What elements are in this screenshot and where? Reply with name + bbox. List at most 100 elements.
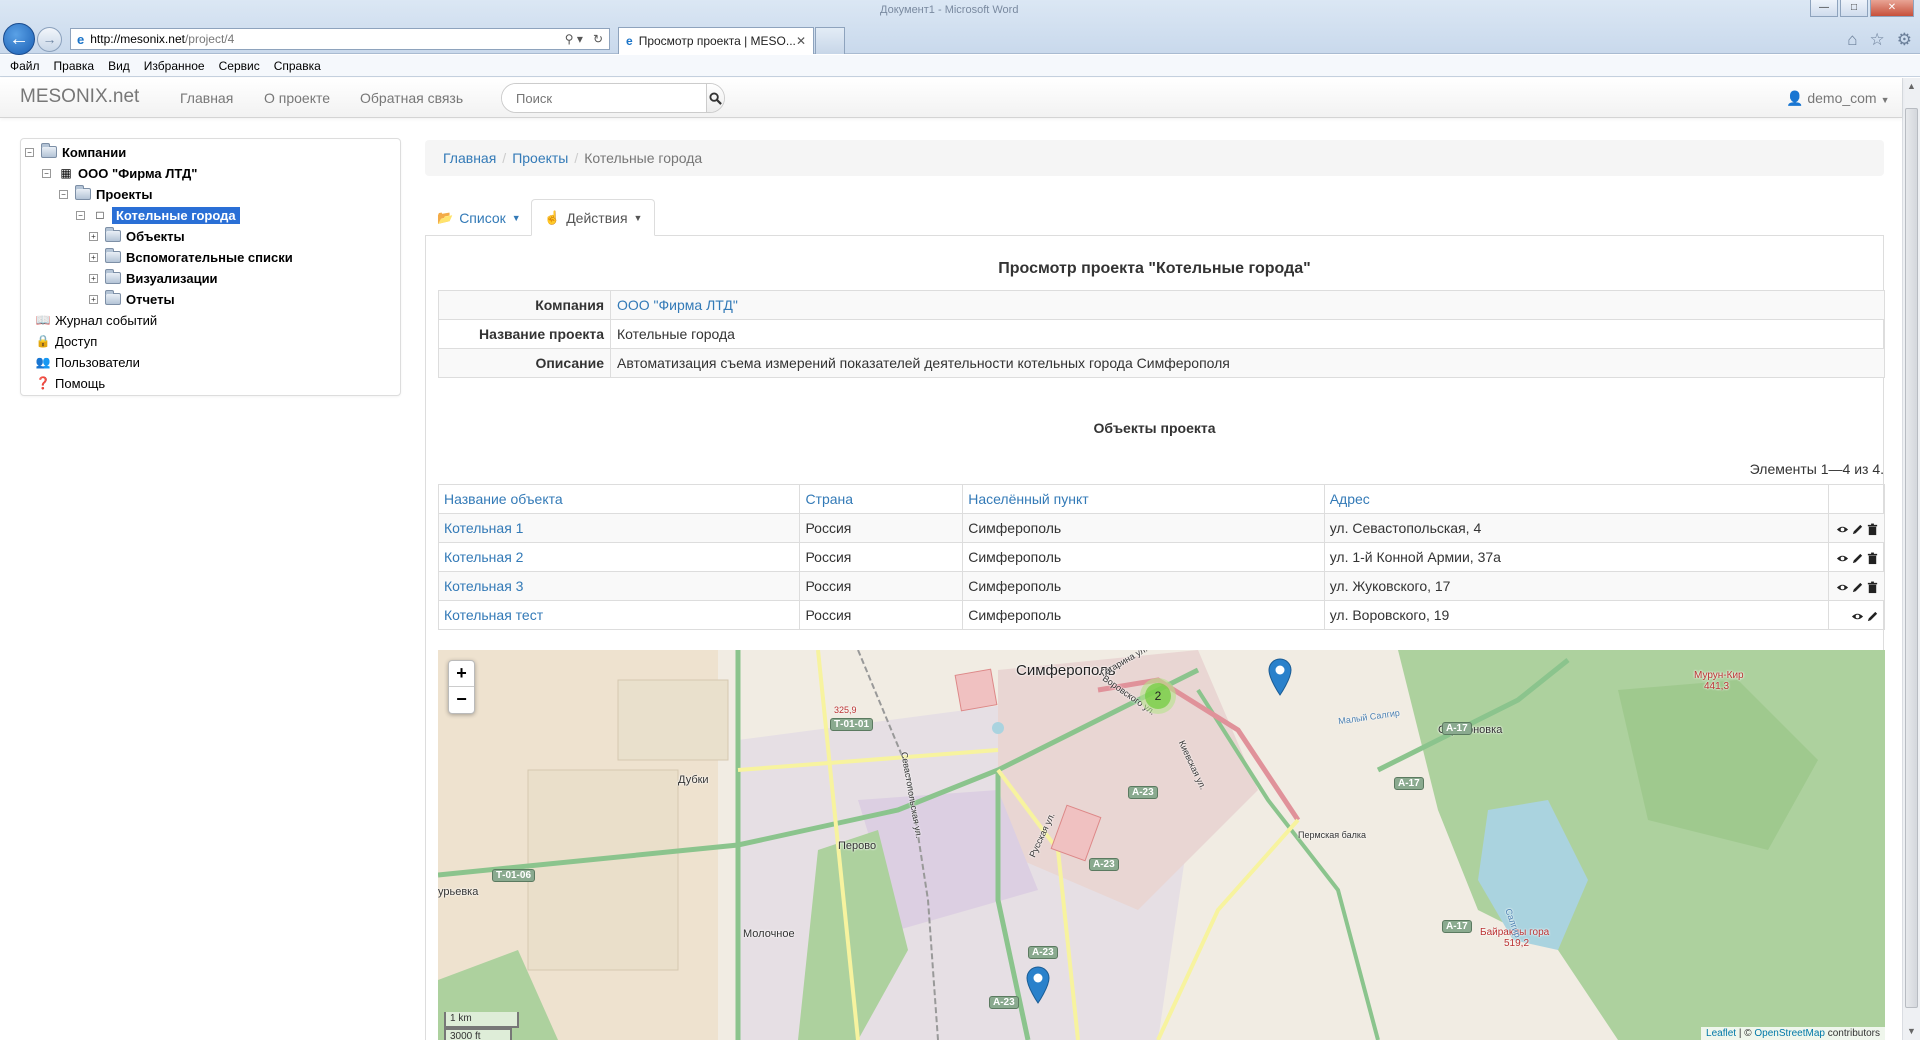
collapse-icon[interactable]: − — [42, 168, 51, 178]
osm-link[interactable]: OpenStreetMap — [1754, 1028, 1825, 1039]
column-header-name[interactable]: Название объекта — [437, 484, 801, 514]
view-icon[interactable] — [1836, 552, 1849, 565]
zoom-out-button[interactable]: − — [449, 687, 474, 713]
breadcrumb-projects[interactable]: Проекты — [512, 150, 568, 166]
nav-home[interactable]: Главная — [180, 90, 233, 106]
expand-icon[interactable]: + — [89, 294, 98, 304]
forward-button[interactable]: → — [37, 27, 62, 52]
arrow-left-icon: ← — [9, 28, 29, 50]
delete-trash-icon[interactable] — [1866, 581, 1879, 594]
close-tab-icon[interactable]: ✕ — [796, 34, 806, 48]
object-link[interactable]: Котельная тест — [444, 607, 543, 623]
tab-list[interactable]: 📂 Список ▼ — [425, 199, 533, 236]
edit-pencil-icon[interactable] — [1851, 552, 1864, 565]
tree-node-selected-project[interactable]: − □ Котельные города — [76, 206, 240, 224]
delete-trash-icon[interactable] — [1866, 552, 1879, 565]
road-shield: А-17 — [1442, 722, 1472, 735]
user-menu[interactable]: 👤 demo_com ▼ — [1786, 90, 1890, 107]
cell-name: Котельная 2 — [437, 542, 801, 572]
minimize-button[interactable]: — — [1810, 0, 1838, 17]
menu-help[interactable]: Справка — [274, 59, 321, 73]
collapse-icon[interactable]: − — [25, 147, 34, 157]
tree-node-company[interactable]: − ▦ ООО "Фирма ЛТД" — [42, 164, 197, 182]
favorites-star-icon[interactable]: ☆ — [1870, 30, 1885, 50]
objects-map[interactable]: Симферополь Дубки Перово Молочное Строго… — [438, 650, 1885, 1040]
map-marker-icon[interactable] — [1268, 658, 1292, 696]
tab-label: Действия — [566, 209, 628, 226]
edit-pencil-icon[interactable] — [1851, 523, 1864, 536]
cell-city: Симферополь — [962, 513, 1325, 543]
marker-cluster[interactable]: 2 — [1140, 678, 1176, 714]
edit-pencil-icon[interactable] — [1866, 610, 1879, 623]
expand-icon[interactable]: + — [89, 231, 98, 241]
tree-node-access[interactable]: 🔒 Доступ — [35, 332, 98, 350]
tab-actions[interactable]: ☝ Действия ▼ — [531, 199, 656, 236]
back-button[interactable]: ← — [3, 23, 35, 55]
book-icon: 📖 — [35, 313, 51, 327]
column-header-country[interactable]: Страна — [799, 484, 964, 514]
cell-name: Котельная тест — [437, 600, 801, 630]
column-header-city[interactable]: Населённый пункт — [962, 484, 1325, 514]
leaflet-link[interactable]: Leaflet — [1706, 1028, 1736, 1039]
expand-icon[interactable]: + — [89, 252, 98, 262]
detail-row: Описание Автоматизация съема измерений п… — [438, 348, 1885, 378]
cell-actions — [1828, 513, 1885, 543]
folder-icon — [105, 269, 121, 284]
view-icon[interactable] — [1851, 610, 1864, 623]
home-icon[interactable]: ⌂ — [1847, 30, 1857, 50]
zoom-in-button[interactable]: + — [449, 661, 474, 687]
map-scale: 1 km 3000 ft — [444, 1012, 519, 1040]
scroll-up-icon[interactable]: ▲ — [1903, 78, 1920, 95]
menu-file[interactable]: Файл — [10, 59, 40, 73]
view-icon[interactable] — [1836, 581, 1849, 594]
collapse-icon[interactable]: − — [59, 189, 68, 199]
browser-tab[interactable]: e Просмотр проекта | MESO... ✕ — [618, 27, 814, 54]
menu-tools[interactable]: Сервис — [219, 59, 260, 73]
collapse-icon[interactable]: − — [76, 210, 85, 220]
tree-node-aux-lists[interactable]: + Вспомогательные списки — [89, 248, 293, 266]
map-marker-icon[interactable] — [1026, 966, 1050, 1004]
object-link[interactable]: Котельная 1 — [444, 520, 523, 536]
cell-city: Симферополь — [962, 600, 1325, 630]
tree-label: Вспомогательные списки — [126, 249, 293, 265]
edit-pencil-icon[interactable] — [1851, 581, 1864, 594]
nav-about[interactable]: О проекте — [264, 90, 330, 106]
expand-icon[interactable]: + — [89, 273, 98, 283]
browser-toolbar-icons: ⌂ ☆ ⚙ — [1847, 30, 1912, 50]
tree-node-projects[interactable]: − Проекты — [59, 185, 152, 203]
page-scrollbar[interactable]: ▲ ▼ — [1902, 78, 1920, 1040]
tree-node-help[interactable]: ❓ Помощь — [35, 374, 106, 392]
gear-icon[interactable]: ⚙ — [1897, 30, 1912, 50]
detail-row: Компания ООО "Фирма ЛТД" — [438, 290, 1885, 320]
nav-feedback[interactable]: Обратная связь — [360, 90, 463, 106]
maximize-button[interactable]: □ — [1840, 0, 1868, 17]
tree-node-reports[interactable]: + Отчеты — [89, 290, 175, 308]
search-input[interactable] — [502, 84, 706, 112]
new-tab-button[interactable] — [815, 27, 845, 54]
page-title: Просмотр проекта "Котельные города" — [998, 260, 1311, 277]
menu-edit[interactable]: Правка — [54, 59, 95, 73]
refresh-icon[interactable]: ↻ — [593, 32, 603, 46]
close-window-button[interactable]: ✕ — [1870, 0, 1914, 17]
view-icon[interactable] — [1836, 523, 1849, 536]
object-link[interactable]: Котельная 3 — [444, 578, 523, 594]
menu-favorites[interactable]: Избранное — [144, 59, 205, 73]
tree-node-users[interactable]: 👥 Пользователи — [35, 353, 140, 371]
object-link[interactable]: Котельная 2 — [444, 549, 523, 565]
tree-node-visualizations[interactable]: + Визуализации — [89, 269, 218, 287]
tree-node-event-log[interactable]: 📖 Журнал событий — [35, 311, 158, 329]
browser-chrome: Документ1 - Microsoft Word — □ ✕ ← → e h… — [0, 0, 1920, 55]
tree-node-objects[interactable]: + Объекты — [89, 227, 185, 245]
search-button[interactable] — [706, 84, 724, 112]
address-bar[interactable]: e http://mesonix.net/project/4 ⚲ ▾ ↻ — [70, 28, 610, 50]
column-header-address[interactable]: Адрес — [1323, 484, 1830, 514]
tree-node-companies[interactable]: − Компании — [25, 143, 126, 161]
scrollbar-thumb[interactable] — [1905, 108, 1918, 1008]
search-dropdown-icon[interactable]: ⚲ ▾ — [565, 32, 583, 46]
breadcrumb-home[interactable]: Главная — [443, 150, 496, 166]
scroll-down-icon[interactable]: ▼ — [1903, 1023, 1920, 1040]
company-link[interactable]: ООО "Фирма ЛТД" — [617, 297, 738, 313]
delete-trash-icon[interactable] — [1866, 523, 1879, 536]
menu-view[interactable]: Вид — [108, 59, 130, 73]
site-brand[interactable]: MESONIX.net — [20, 86, 139, 108]
